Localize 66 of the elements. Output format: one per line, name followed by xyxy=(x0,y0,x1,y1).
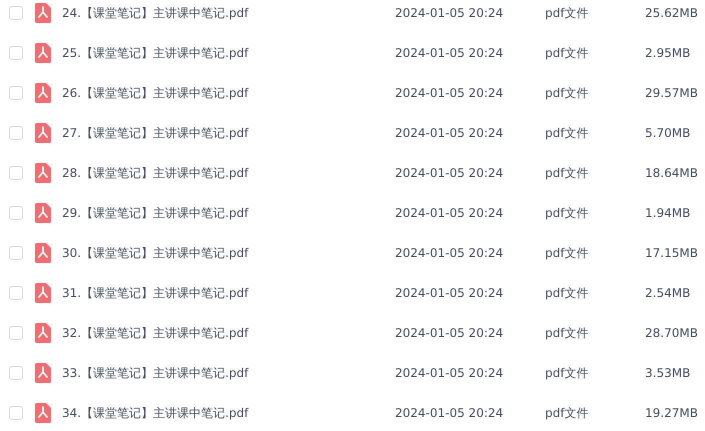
pdf-file-icon xyxy=(35,203,51,223)
file-name[interactable]: 28.【课堂笔记】主讲课中笔记.pdf xyxy=(62,164,395,182)
checkbox[interactable] xyxy=(9,326,23,340)
modified-date: 2024-01-05 20:24 xyxy=(395,406,504,420)
file-size: 3.53MB xyxy=(645,366,690,380)
file-type: pdf文件 xyxy=(545,284,590,302)
checkbox[interactable] xyxy=(9,366,23,380)
file-name[interactable]: 25.【课堂笔记】主讲课中笔记.pdf xyxy=(62,44,395,62)
file-size: 1.94MB xyxy=(645,206,690,220)
file-name[interactable]: 29.【课堂笔记】主讲课中笔记.pdf xyxy=(62,204,395,222)
modified-date: 2024-01-05 20:24 xyxy=(395,166,504,180)
file-type: pdf文件 xyxy=(545,324,590,342)
pdf-file-icon xyxy=(35,283,51,303)
pdf-file-icon xyxy=(35,323,51,343)
modified-date: 2024-01-05 20:24 xyxy=(395,86,504,100)
pdf-file-icon xyxy=(35,83,51,103)
file-size: 19.27MB xyxy=(645,406,698,420)
checkbox[interactable] xyxy=(9,406,23,420)
checkbox[interactable] xyxy=(9,46,23,60)
checkbox[interactable] xyxy=(9,86,23,100)
pdf-file-icon xyxy=(35,163,51,183)
file-size: 28.70MB xyxy=(645,326,698,340)
checkbox[interactable] xyxy=(9,126,23,140)
file-type: pdf文件 xyxy=(545,44,590,62)
file-name[interactable]: 30.【课堂笔记】主讲课中笔记.pdf xyxy=(62,244,395,262)
file-type: pdf文件 xyxy=(545,84,590,102)
file-size: 2.54MB xyxy=(645,286,690,300)
file-type: pdf文件 xyxy=(545,404,590,422)
modified-date: 2024-01-05 20:24 xyxy=(395,366,504,380)
checkbox[interactable] xyxy=(9,166,23,180)
modified-date: 2024-01-05 20:24 xyxy=(395,46,504,60)
file-type: pdf文件 xyxy=(545,364,590,382)
checkbox[interactable] xyxy=(9,206,23,220)
file-size: 18.64MB xyxy=(645,166,698,180)
file-size: 5.70MB xyxy=(645,126,690,140)
file-type: pdf文件 xyxy=(545,4,590,22)
pdf-file-icon xyxy=(35,3,51,23)
modified-date: 2024-01-05 20:24 xyxy=(395,286,504,300)
modified-date: 2024-01-05 20:24 xyxy=(395,326,504,340)
file-name[interactable]: 26.【课堂笔记】主讲课中笔记.pdf xyxy=(62,84,395,102)
file-size: 2.95MB xyxy=(645,46,690,60)
checkbox[interactable] xyxy=(9,246,23,260)
file-name[interactable]: 33.【课堂笔记】主讲课中笔记.pdf xyxy=(62,364,395,382)
file-size: 17.15MB xyxy=(645,246,698,260)
file-type: pdf文件 xyxy=(545,244,590,262)
pdf-file-icon xyxy=(35,243,51,263)
pdf-file-icon xyxy=(35,43,51,63)
modified-date: 2024-01-05 20:24 xyxy=(395,126,504,140)
pdf-file-icon xyxy=(35,363,51,383)
pdf-file-icon xyxy=(35,403,51,423)
modified-date: 2024-01-05 20:24 xyxy=(395,246,504,260)
file-name[interactable]: 24.【课堂笔记】主讲课中笔记.pdf xyxy=(62,4,395,22)
file-name[interactable]: 34.【课堂笔记】主讲课中笔记.pdf xyxy=(62,404,395,422)
file-name[interactable]: 31.【课堂笔记】主讲课中笔记.pdf xyxy=(62,284,395,302)
file-size: 29.57MB xyxy=(645,86,698,100)
file-type: pdf文件 xyxy=(545,124,590,142)
checkbox[interactable] xyxy=(9,286,23,300)
file-type: pdf文件 xyxy=(545,164,590,182)
modified-date: 2024-01-05 20:24 xyxy=(395,206,504,220)
modified-date: 2024-01-05 20:24 xyxy=(395,6,504,20)
file-size: 25.62MB xyxy=(645,6,698,20)
file-name[interactable]: 27.【课堂笔记】主讲课中笔记.pdf xyxy=(62,124,395,142)
pdf-file-icon xyxy=(35,123,51,143)
file-name[interactable]: 32.【课堂笔记】主讲课中笔记.pdf xyxy=(62,324,395,342)
checkbox[interactable] xyxy=(9,6,23,20)
file-type: pdf文件 xyxy=(545,204,590,222)
